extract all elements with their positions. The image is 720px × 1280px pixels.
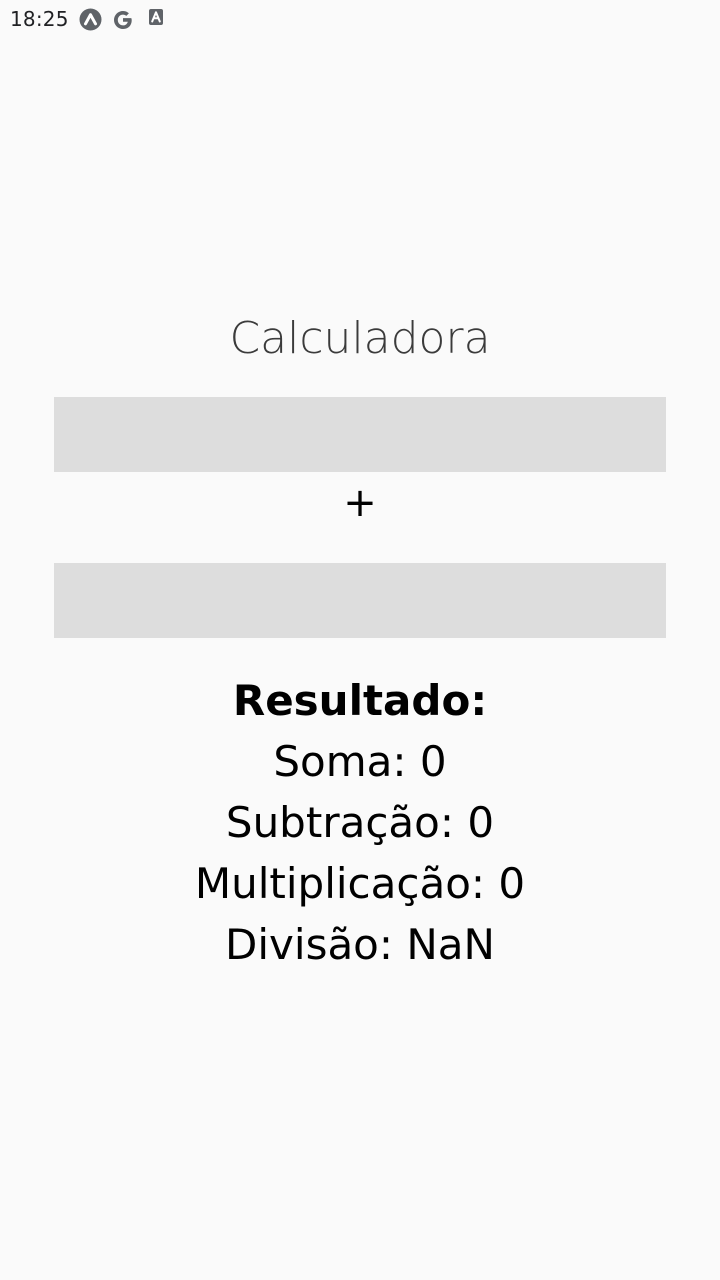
page-title: Calculadora: [229, 313, 491, 364]
first-number-input[interactable]: [54, 397, 666, 472]
subtraction-result: Subtração: 0: [225, 798, 495, 847]
second-number-input[interactable]: [54, 563, 666, 638]
division-result: Divisão: NaN: [225, 920, 495, 969]
multiplication-result: Multiplicação: 0: [194, 859, 526, 908]
app-icon: [79, 8, 102, 31]
google-icon: [111, 8, 135, 32]
result-heading: Resultado:: [232, 676, 488, 725]
status-time: 18:25: [10, 7, 69, 31]
font-icon: [148, 8, 164, 26]
operator-label: +: [343, 480, 377, 526]
status-bar: 18:25: [0, 0, 720, 38]
sum-result: Soma: 0: [273, 737, 447, 786]
